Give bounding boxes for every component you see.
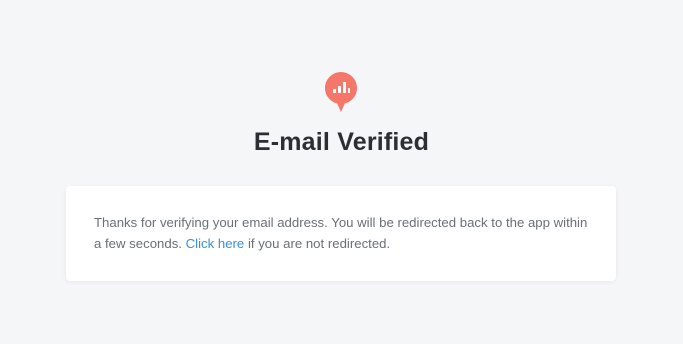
page-title: E-mail Verified [253, 128, 430, 156]
message-text-suffix: if you are not redirected. [244, 236, 391, 251]
chart-bubble-icon [324, 71, 358, 113]
verification-page: E-mail Verified Thanks for verifying you… [0, 0, 683, 344]
verification-message: Thanks for verifying your email address.… [94, 212, 588, 254]
click-here-link[interactable]: Click here [186, 236, 245, 251]
message-card: Thanks for verifying your email address.… [66, 186, 616, 281]
